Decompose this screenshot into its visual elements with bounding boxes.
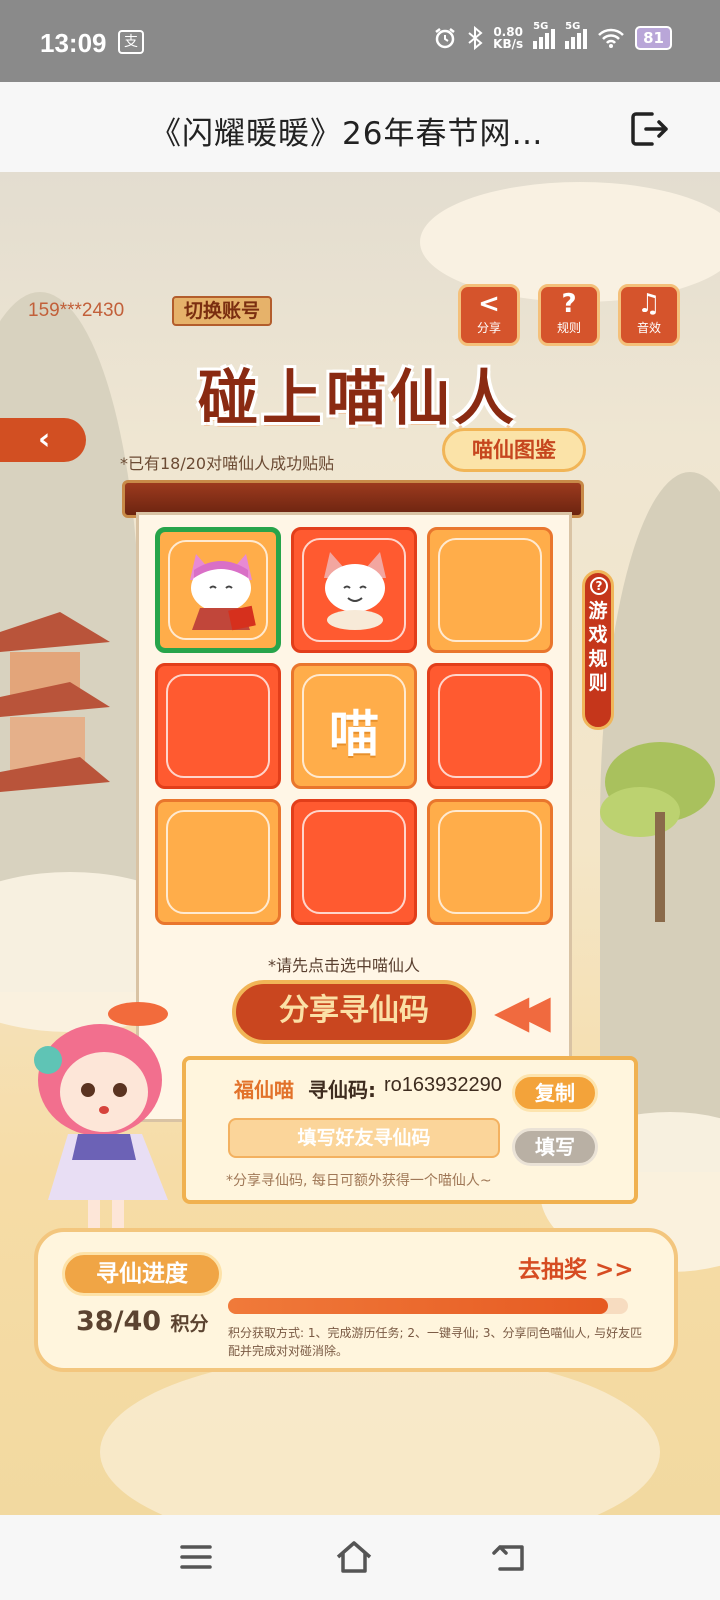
progress-value: 38/40 积分 xyxy=(76,1306,209,1337)
bluetooth-icon xyxy=(468,26,483,50)
share-label: 分享 xyxy=(476,321,501,335)
battery-icon: 81 xyxy=(635,26,672,50)
select-hint: *请先点击选中喵仙人 xyxy=(268,956,421,975)
account-id: 159***2430 xyxy=(28,300,125,321)
exit-icon[interactable] xyxy=(630,110,670,148)
tile-3[interactable] xyxy=(427,527,553,653)
sound-label: 音效 xyxy=(636,321,661,335)
rules-button[interactable]: ? 规则 xyxy=(538,284,600,346)
tile-6[interactable] xyxy=(427,663,553,789)
net-speed: 0.80 KB/s xyxy=(493,25,524,51)
back-icon[interactable] xyxy=(490,1537,530,1577)
points-rule-note: 积分获取方式: 1、完成游历任务; 2、一键寻仙; 3、分享同色喵仙人, 与好友… xyxy=(228,1326,643,1358)
rules-label: 规则 xyxy=(556,321,581,335)
system-nav-bar xyxy=(0,1515,720,1600)
tile-7[interactable] xyxy=(155,799,281,925)
progress-fill xyxy=(228,1298,608,1314)
cat-name: 福仙喵 xyxy=(234,1078,294,1102)
signal-icon: 5G xyxy=(533,21,556,49)
double-arrow-left-icon: ◀◀ xyxy=(494,984,551,1038)
tile-center[interactable]: 喵 xyxy=(291,663,417,789)
help-icon: ? xyxy=(561,289,577,319)
code-panel: 福仙喵 寻仙码: ro163932290 复制 填写好友寻仙码 填写 *分享寻仙… xyxy=(182,1056,638,1204)
alarm-icon xyxy=(435,28,455,49)
pagoda-illustration xyxy=(0,612,110,792)
friend-code-input[interactable]: 填写好友寻仙码 xyxy=(228,1118,500,1158)
miao-text: 喵 xyxy=(329,705,379,763)
help-icon: ? xyxy=(590,577,608,595)
tree-illustration xyxy=(600,742,715,922)
paired-count-note: *已有18/20对喵仙人成功贴贴 xyxy=(120,454,335,473)
alipay-notification-icon: 支 xyxy=(118,30,144,54)
code-value: ro163932290 xyxy=(384,1074,502,1096)
game-canvas: 159***2430 切换账号 < 分享 ? 规则 ♫ 音效 碰上喵仙人 ‹ *… xyxy=(0,172,720,1515)
cat-fairy-icon xyxy=(190,554,256,631)
fill-button[interactable]: 填写 xyxy=(512,1128,598,1166)
character-illustration xyxy=(34,1002,168,1228)
chevron-left-icon: ‹ xyxy=(38,422,51,457)
page-title: 《闪耀暖暖》26年春节网… xyxy=(150,116,544,152)
title-bar: 《闪耀暖暖》26年春节网… xyxy=(0,82,720,172)
lottery-link[interactable]: 去抽奖 >> xyxy=(518,1250,634,1284)
cat-fairy-icon xyxy=(324,552,386,630)
tile-1[interactable] xyxy=(155,527,281,653)
copy-button[interactable]: 复制 xyxy=(512,1074,598,1112)
status-time: 13:09 xyxy=(40,28,107,58)
back-button[interactable]: ‹ xyxy=(0,418,86,462)
tile-2[interactable] xyxy=(291,527,417,653)
game-rules-label: 游戏规则 xyxy=(588,600,608,694)
share-code-button[interactable]: 分享寻仙码 xyxy=(232,980,476,1044)
wifi-icon xyxy=(598,28,625,48)
tile-9[interactable] xyxy=(427,799,553,925)
bg-cloud xyxy=(100,1352,660,1515)
atlas-button[interactable]: 喵仙图鉴 xyxy=(442,428,586,472)
sound-button[interactable]: ♫ 音效 xyxy=(618,284,680,346)
signal-icon-2: 5G xyxy=(565,21,588,49)
music-icon: ♫ xyxy=(637,289,661,319)
game-rules-button[interactable]: ? 游戏规则 xyxy=(582,570,614,730)
game-title: 碰上喵仙人 xyxy=(198,364,518,434)
code-note: *分享寻仙码, 每日可额外获得一个喵仙人~ xyxy=(226,1173,492,1189)
share-icon: < xyxy=(478,289,500,319)
switch-account-button[interactable]: 切换账号 xyxy=(172,296,273,326)
progress-panel: 寻仙进度 38/40 积分 去抽奖 >> 积分获取方式: 1、完成游历任务; 2… xyxy=(34,1228,678,1372)
tile-8[interactable] xyxy=(291,799,417,925)
progress-track xyxy=(228,1298,628,1314)
home-icon[interactable] xyxy=(334,1537,374,1577)
progress-label: 寻仙进度 xyxy=(62,1252,222,1296)
status-bar: 13:09 支 0.80 KB/s 5G 5G 81 xyxy=(0,0,720,82)
tile-4[interactable] xyxy=(155,663,281,789)
share-button[interactable]: < 分享 xyxy=(458,284,520,346)
menu-icon[interactable] xyxy=(176,1537,216,1577)
code-label: 寻仙码: xyxy=(308,1078,376,1102)
